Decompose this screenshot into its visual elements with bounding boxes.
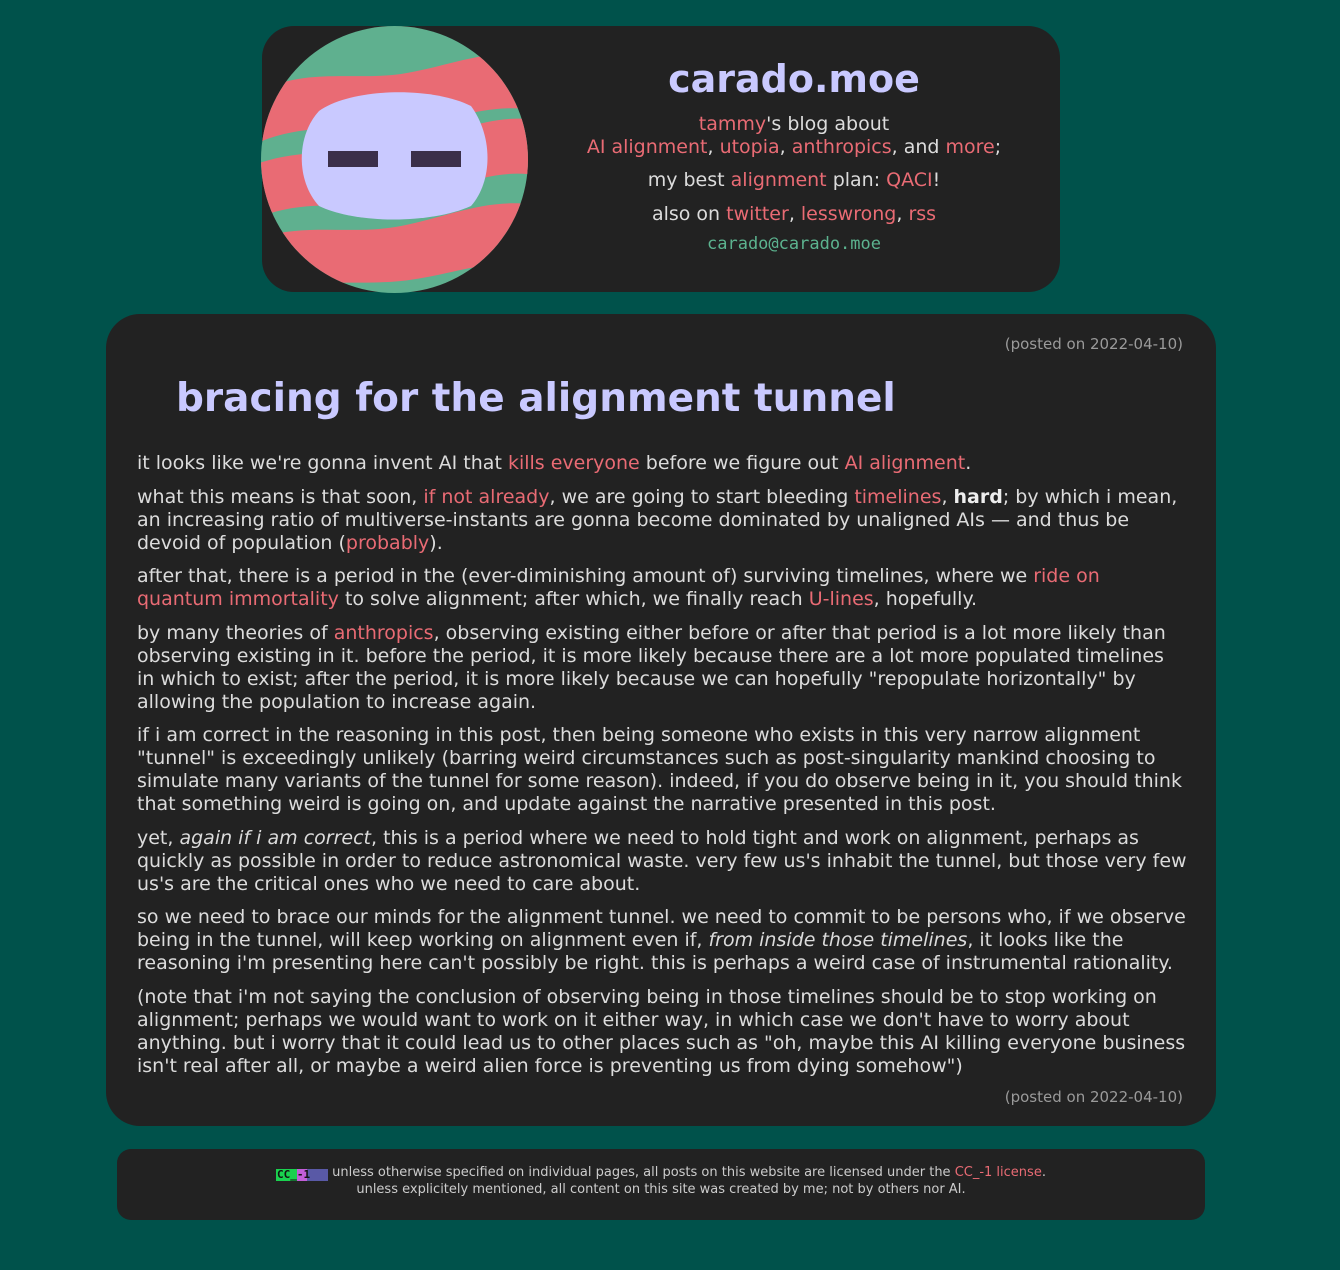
kills-everyone-link[interactable]: kills everyone — [508, 452, 640, 474]
lesswrong-link[interactable]: lesswrong — [801, 203, 896, 225]
site-title[interactable]: carado.moe — [528, 56, 1060, 102]
paragraph-4: by many theories of anthropics, observin… — [137, 621, 1166, 713]
post-title[interactable]: bracing for the alignment tunnel — [176, 376, 896, 421]
site-header: carado.moe tammy's blog about AI alignme… — [528, 26, 1060, 292]
avatar-logo-icon[interactable] — [261, 26, 528, 293]
cc-license-badge-icon[interactable]: CC_-1 — [276, 1169, 329, 1181]
post-date-top: (posted on 2022-04-10) — [1004, 335, 1183, 353]
if-not-already-link[interactable]: if not already — [423, 486, 549, 508]
paragraph-8: (note that i'm not saying the conclusion… — [137, 985, 1186, 1077]
anthropics-link[interactable]: anthropics — [334, 622, 434, 644]
qaci-link[interactable]: QACI — [886, 169, 933, 191]
topic-link-utopia[interactable]: utopia — [720, 136, 780, 158]
paragraph-1: it looks like we're gonna invent AI that… — [137, 452, 972, 474]
email-address[interactable]: carado@carado.moe — [528, 233, 1060, 256]
post-date-bottom: (posted on 2022-04-10) — [1004, 1088, 1183, 1106]
blog-about-line: tammy's blog about — [698, 113, 890, 135]
topic-link-anthropics[interactable]: anthropics — [792, 136, 892, 158]
paragraph-2: what this means is that soon, if not alr… — [137, 485, 1178, 554]
timelines-link[interactable]: timelines — [854, 486, 941, 508]
paragraph-6: yet, again if i am correct, this is a pe… — [137, 826, 1187, 895]
paragraph-3: after that, there is a period in the (ev… — [137, 565, 1100, 610]
topic-link-ai-alignment[interactable]: AI alignment — [587, 136, 708, 158]
socials-line: also on twitter, lesswrong, rss — [651, 203, 937, 225]
twitter-link[interactable]: twitter — [726, 203, 789, 225]
footer-panel: CC_-1 unless otherwise specified on indi… — [117, 1149, 1205, 1220]
license-notice: CC_-1 unless otherwise specified on indi… — [117, 1164, 1205, 1198]
post-body: it looks like we're gonna invent AI that… — [137, 452, 1187, 1088]
topic-link-more[interactable]: more — [946, 136, 995, 158]
alignment-link[interactable]: alignment — [731, 169, 827, 191]
paragraph-5: if i am correct in the reasoning in this… — [137, 724, 1182, 815]
paragraph-7: so we need to brace our minds for the al… — [137, 906, 1186, 974]
best-plan-line: my best alignment plan: QACI! — [647, 169, 941, 191]
authorship-notice: unless explicitely mentioned, all conten… — [356, 1182, 966, 1197]
rss-link[interactable]: rss — [908, 203, 936, 225]
post-panel: (posted on 2022-04-10) bracing for the a… — [106, 314, 1216, 1126]
probably-link[interactable]: probably — [346, 532, 429, 554]
author-link[interactable]: tammy — [699, 113, 766, 135]
u-lines-link[interactable]: U-lines — [809, 588, 874, 610]
topics-line: AI alignment, utopia, anthropics, and mo… — [586, 136, 1002, 158]
ai-alignment-link[interactable]: AI alignment — [845, 452, 966, 474]
license-link[interactable]: CC_-1 license — [955, 1165, 1042, 1180]
